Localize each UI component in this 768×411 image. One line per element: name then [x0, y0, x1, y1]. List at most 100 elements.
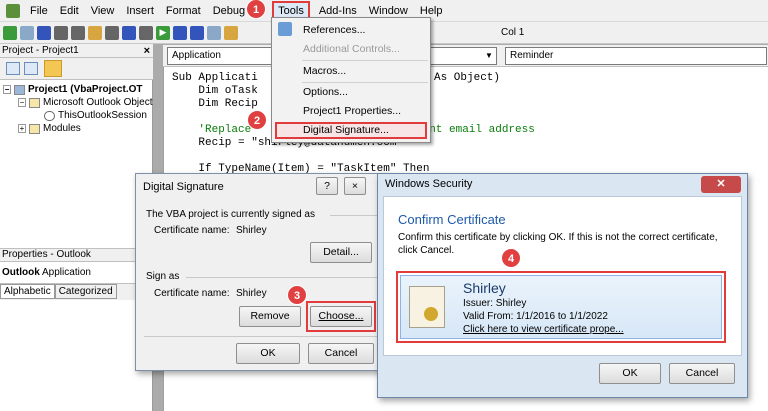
menu-item-macros[interactable]: Macros... [303, 64, 346, 78]
view-object-icon[interactable] [24, 62, 38, 75]
choose-button[interactable]: Choose... [310, 306, 372, 327]
folder-icon [29, 97, 40, 108]
menu-file[interactable]: File [24, 0, 54, 22]
menu-item-references[interactable]: References... [303, 23, 365, 37]
view-certificate-link[interactable]: Click here to view certificate prope... [463, 324, 624, 335]
confirm-heading: Confirm Certificate [398, 212, 506, 227]
menu-item-project-properties[interactable]: Project1 Properties... [303, 104, 401, 118]
tree-item-project[interactable]: − Project1 (VbaProject.OT [3, 83, 142, 96]
properties-title-text: Properties - Outlook [2, 249, 91, 260]
cancel-button[interactable]: Cancel [669, 363, 735, 384]
ok-button[interactable]: OK [236, 343, 300, 364]
menu-item-options[interactable]: Options... [303, 85, 348, 99]
step-badge-3: 3 [287, 285, 307, 305]
save-icon[interactable] [37, 25, 51, 40]
tree-item-thisoutlooksession[interactable]: ThisOutlookSession [44, 109, 147, 122]
divider [144, 336, 380, 337]
dialog-body: Confirm Certificate Confirm this certifi… [383, 196, 742, 356]
project-tree: − Project1 (VbaProject.OT − Microsoft Ou… [0, 80, 153, 248]
chevron-down-icon[interactable]: ▼ [483, 49, 495, 63]
code-line: Dim Recip [172, 98, 258, 110]
sign-as-label: Sign as [146, 271, 180, 282]
tree-item-modules[interactable]: + Modules [18, 122, 81, 135]
collapse-icon[interactable]: − [18, 98, 26, 107]
tree-item-modules-label: Modules [43, 123, 81, 134]
object-combo-value: Application [172, 50, 221, 61]
certificate-highlight: Shirley Issuer: Shirley Valid From: 1/1/… [396, 271, 726, 343]
cert-name-label: Certificate name: [154, 225, 230, 236]
project-icon [14, 84, 25, 95]
project-explorer-title: Project - Project1 × [0, 44, 153, 58]
seal-icon [424, 307, 438, 321]
tree-item-outlook-objects[interactable]: − Microsoft Outlook Object [18, 96, 152, 109]
menu-view[interactable]: View [85, 0, 121, 22]
certificate-validity: Valid From: 1/1/2016 to 1/1/2022 [463, 311, 608, 322]
procedure-combo-value: Reminder [510, 50, 554, 61]
project-explorer-icon[interactable] [224, 25, 238, 40]
redo-icon[interactable] [139, 25, 153, 40]
procedure-combo[interactable]: Reminder [505, 47, 767, 65]
cancel-button[interactable]: Cancel [308, 343, 374, 364]
ok-button[interactable]: OK [599, 363, 661, 384]
dialog-title: Windows Security [385, 178, 473, 190]
tab-categorized[interactable]: Categorized [54, 284, 117, 299]
properties-object-type: Application [42, 267, 91, 278]
references-icon [278, 22, 292, 36]
close-icon[interactable]: × [144, 44, 150, 58]
help-button[interactable]: ? [316, 177, 338, 195]
paste-icon[interactable] [88, 25, 102, 40]
menu-separator [302, 82, 428, 83]
confirm-description: Confirm this certificate by clicking OK.… [398, 232, 718, 256]
close-button[interactable]: × [344, 177, 366, 195]
collapse-icon[interactable]: − [3, 85, 11, 94]
project-explorer-title-text: Project - Project1 [2, 45, 79, 56]
properties-tabs: Alphabetic Categorized [0, 284, 153, 300]
code-window-header: Application ▼ Reminder [163, 45, 768, 67]
expand-icon[interactable]: + [18, 124, 26, 133]
cut-icon[interactable] [54, 25, 68, 40]
run-icon[interactable]: ▶ [156, 25, 170, 40]
code-comment: 'Replace [172, 124, 252, 136]
undo-icon[interactable] [122, 25, 136, 40]
code-comment: ient email address [416, 124, 535, 136]
find-icon[interactable] [105, 25, 119, 40]
properties-title: Properties - Outlook [0, 248, 153, 262]
digital-signature-dialog: Digital Signature ? × The VBA project is… [135, 173, 386, 371]
toggle-folders-icon[interactable] [44, 60, 62, 77]
tools-menu: References... Additional Controls... Mac… [271, 17, 431, 143]
properties-grid [0, 300, 153, 411]
menu-format[interactable]: Format [160, 0, 207, 22]
project-explorer-toolbar [0, 58, 153, 80]
close-button[interactable]: ✕ [701, 176, 741, 193]
certificate-icon [409, 286, 445, 328]
design-mode-icon[interactable] [207, 25, 221, 40]
break-icon[interactable] [173, 25, 187, 40]
insert-userform-icon[interactable] [20, 25, 34, 40]
divider [186, 277, 380, 278]
menu-debug[interactable]: Debug [207, 0, 251, 22]
folder-icon [29, 123, 40, 134]
code-line: As Object) [434, 72, 501, 84]
menu-separator [302, 60, 428, 61]
tree-item-outlook-objects-label: Microsoft Outlook Object [43, 97, 153, 108]
menu-edit[interactable]: Edit [54, 0, 85, 22]
detail-button[interactable]: Detail... [310, 242, 372, 263]
signed-as-label: The VBA project is currently signed as [146, 209, 315, 220]
properties-object-select[interactable]: Outlook Application [0, 262, 153, 284]
certificate-tile[interactable]: Shirley Issuer: Shirley Valid From: 1/1/… [400, 275, 722, 339]
reset-icon[interactable] [190, 25, 204, 40]
certificate-name: Shirley [463, 280, 506, 296]
remove-button[interactable]: Remove [239, 306, 301, 327]
view-microsoft-outlook-icon[interactable] [3, 25, 17, 40]
menu-insert[interactable]: Insert [120, 0, 160, 22]
tab-alphabetic[interactable]: Alphabetic [0, 284, 55, 299]
properties-object-name: Outlook [2, 267, 40, 278]
copy-icon[interactable] [71, 25, 85, 40]
menu-item-additional-controls: Additional Controls... [303, 43, 400, 55]
code-line: Sub Applicati [172, 72, 258, 84]
tree-item-thisoutlooksession-label: ThisOutlookSession [58, 110, 147, 121]
vba-app-icon [6, 3, 20, 18]
menu-item-digital-signature[interactable]: Digital Signature... [275, 122, 427, 139]
divider [330, 215, 380, 216]
view-code-icon[interactable] [6, 62, 20, 75]
